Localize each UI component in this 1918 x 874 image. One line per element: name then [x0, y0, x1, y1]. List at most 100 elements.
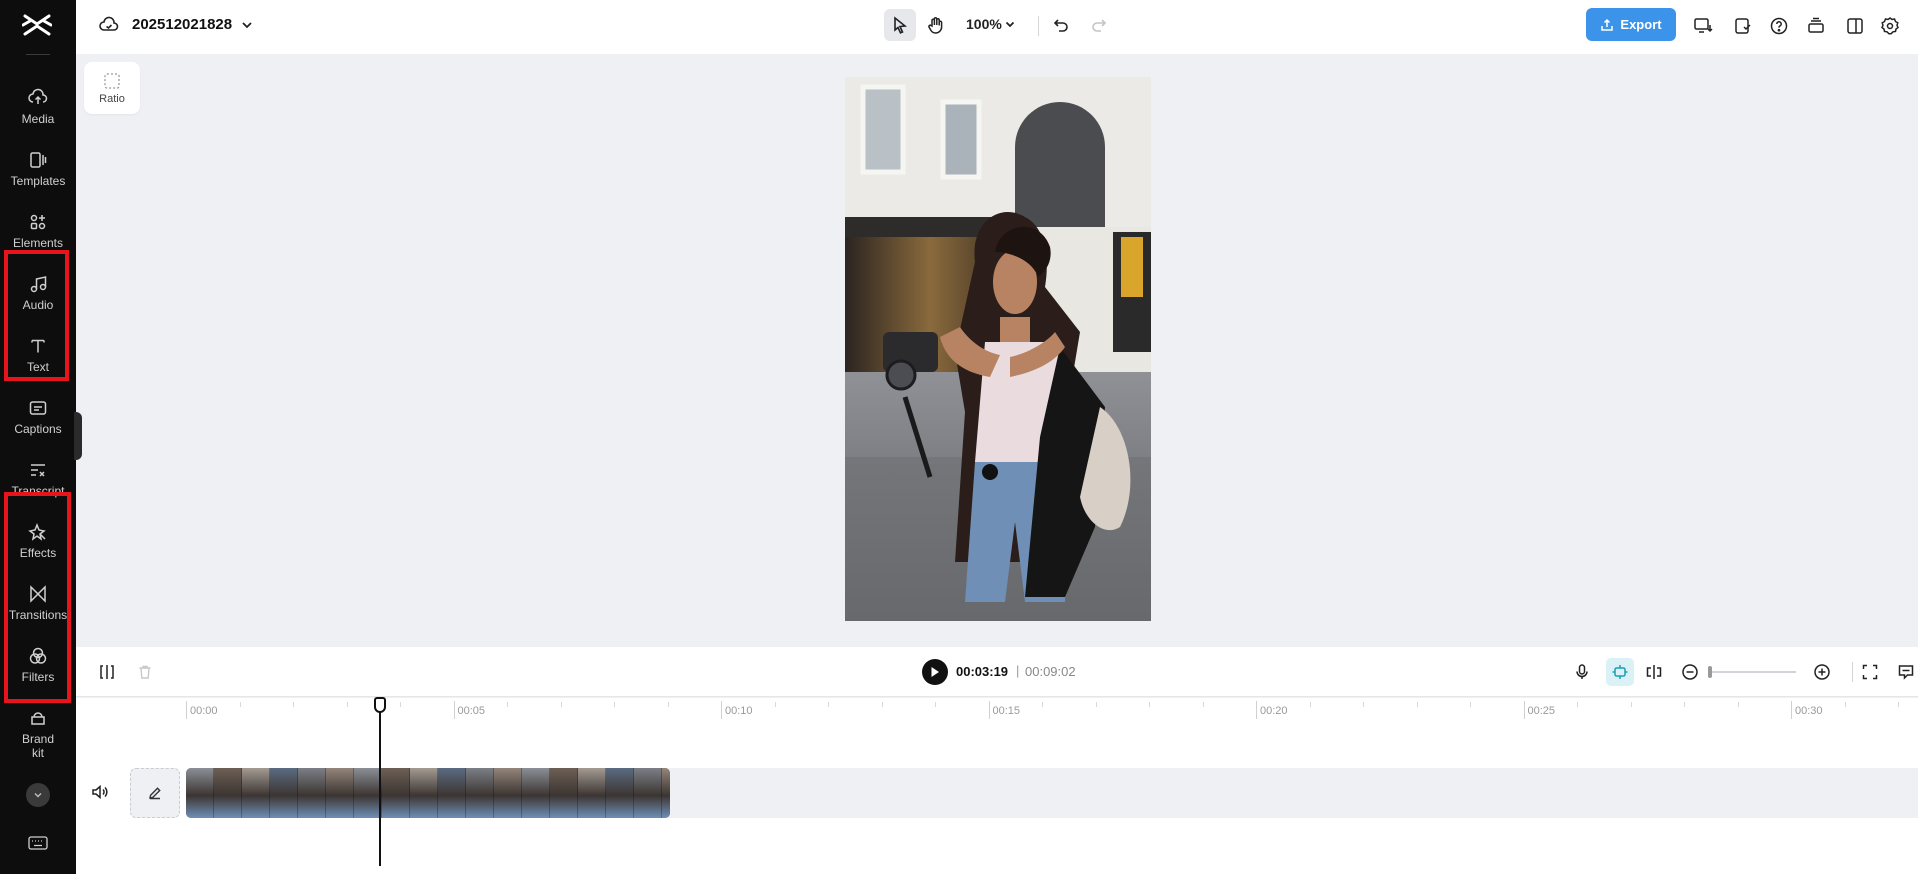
ruler-time-label: 00:10 [725, 705, 753, 717]
hand-icon [928, 17, 943, 34]
capcut-logo-icon[interactable] [22, 12, 52, 38]
clip-thumbnail-frame [270, 768, 298, 818]
ruler-minor-tick [1737, 702, 1739, 707]
sidebar-item-media[interactable]: Media [0, 78, 76, 140]
clip-thumbnail-frame [186, 768, 214, 818]
sidebar-item-filters[interactable]: Filters [0, 636, 76, 698]
sidebar-item-label: Templates [10, 174, 66, 188]
playhead[interactable] [379, 698, 381, 866]
sidebar-item-templates[interactable]: Templates [0, 140, 76, 202]
auto-snap-button[interactable] [1606, 658, 1634, 686]
ruler-minor-tick [1630, 702, 1632, 707]
select-tool-button[interactable] [884, 9, 916, 41]
export-button[interactable]: Export [1586, 8, 1676, 41]
preview-photo-image [845, 77, 1151, 621]
chevron-down-icon[interactable] [238, 16, 256, 34]
music-note-icon [30, 276, 47, 293]
total-duration: 00:09:02 [1025, 664, 1076, 679]
split-button[interactable] [96, 661, 118, 683]
playbar-divider [1852, 662, 1853, 682]
ruler-minor-tick [346, 702, 348, 707]
fullscreen-button[interactable] [1858, 660, 1882, 684]
clip-thumbnail-frame [466, 768, 494, 818]
sidebar-item-transitions[interactable]: Transitions [0, 574, 76, 636]
clip-thumbnail-frame [634, 768, 662, 818]
delete-button[interactable] [134, 661, 156, 683]
hand-tool-button[interactable] [920, 9, 952, 41]
timeline-panel: 00:00 00:05 00:10 00:15 00:20 00:25 00:30 [76, 697, 1918, 874]
sidebar-item-captions[interactable]: Captions [0, 388, 76, 450]
redo-icon [1092, 19, 1107, 32]
sidebar-item-effects[interactable]: Effects [0, 512, 76, 574]
fullscreen-icon [1862, 664, 1878, 680]
transitions-icon [30, 585, 46, 603]
ratio-button[interactable]: Ratio [84, 62, 140, 114]
project-name[interactable]: 202512021828 [132, 16, 232, 33]
sidebar-item-brand-kit[interactable]: Brand kit [0, 698, 76, 776]
ruler-time-label: 00:15 [992, 705, 1021, 717]
sidebar-item-label: Transcript [11, 484, 65, 498]
ruler-minor-tick [1470, 702, 1471, 707]
minus-circle-icon [1682, 664, 1698, 680]
transcript-icon [31, 464, 45, 477]
sidebar-item-elements[interactable]: Elements [0, 202, 76, 264]
panel-toggle-button[interactable] [1842, 13, 1868, 39]
present-button[interactable] [1690, 13, 1716, 39]
ruler-minor-tick [935, 702, 936, 707]
sidebar-item-label: Media [21, 112, 55, 126]
keyboard-shortcuts-icon[interactable] [28, 836, 48, 850]
layers-button[interactable] [1803, 13, 1829, 39]
redo-button[interactable] [1086, 12, 1112, 38]
ruler-minor-tick [1898, 702, 1899, 707]
sidebar-item-label: Effects [19, 546, 57, 560]
timeline-zoom-handle[interactable] [1708, 666, 1712, 678]
sidebar-panel-icon [1847, 18, 1863, 34]
sidebar-item-label: Filters [21, 670, 55, 684]
zoom-level[interactable]: 100% [966, 16, 1002, 32]
ruler-major-tick [1256, 701, 1257, 719]
timeline-zoom-slider[interactable] [1710, 671, 1796, 673]
cloud-upload-icon [28, 88, 48, 104]
sidebar-collapse-handle[interactable] [74, 412, 82, 460]
clip-thumbnail-frame [354, 768, 382, 818]
templates-icon [30, 152, 47, 168]
settings-button[interactable] [1877, 13, 1903, 39]
clip-thumbnail-frame [326, 768, 354, 818]
track-mute-button[interactable] [90, 782, 112, 804]
captions-toggle-button[interactable] [1894, 660, 1918, 684]
undo-button[interactable] [1048, 12, 1074, 38]
timeline-zoom-in-button[interactable] [1810, 660, 1834, 684]
cursor-arrow-icon [894, 16, 908, 34]
captions-icon [29, 401, 47, 415]
sidebar-item-audio[interactable]: Audio [0, 264, 76, 326]
sidebar-more-button[interactable] [26, 783, 50, 807]
ruler-major-tick [453, 701, 455, 719]
ruler-major-tick [1791, 701, 1792, 719]
link-tracks-button[interactable] [1642, 660, 1666, 684]
timeline-ruler[interactable]: 00:00 00:05 00:10 00:15 00:20 00:25 00:30 [76, 698, 1918, 722]
speaker-icon [92, 784, 108, 800]
play-icon [931, 667, 939, 677]
record-voiceover-button[interactable] [1570, 660, 1594, 684]
play-button[interactable] [922, 659, 948, 685]
ruler-minor-tick [1202, 702, 1204, 707]
timeline-zoom-out-button[interactable] [1678, 660, 1702, 684]
cloud-sync-icon[interactable] [98, 14, 120, 36]
comment-icon [1898, 665, 1914, 680]
video-clip[interactable] [186, 768, 670, 818]
help-button[interactable] [1766, 13, 1792, 39]
clip-thumbnail-frame [242, 768, 270, 818]
plus-circle-icon [1814, 664, 1830, 680]
sidebar-item-text[interactable]: Text [0, 326, 76, 388]
monitor-download-icon [1694, 18, 1713, 33]
brand-kit-icon [31, 712, 45, 725]
check-device-button[interactable] [1730, 13, 1756, 39]
time-separator: | [1016, 663, 1020, 678]
playhead-handle[interactable] [374, 697, 386, 713]
chevron-down-icon[interactable] [1002, 16, 1018, 32]
cover-edit-button[interactable] [130, 768, 180, 818]
sidebar-item-transcript[interactable]: Transcript [0, 450, 76, 512]
ruler-major-tick [721, 701, 722, 719]
video-preview[interactable] [845, 77, 1151, 621]
elements-icon [30, 214, 46, 230]
